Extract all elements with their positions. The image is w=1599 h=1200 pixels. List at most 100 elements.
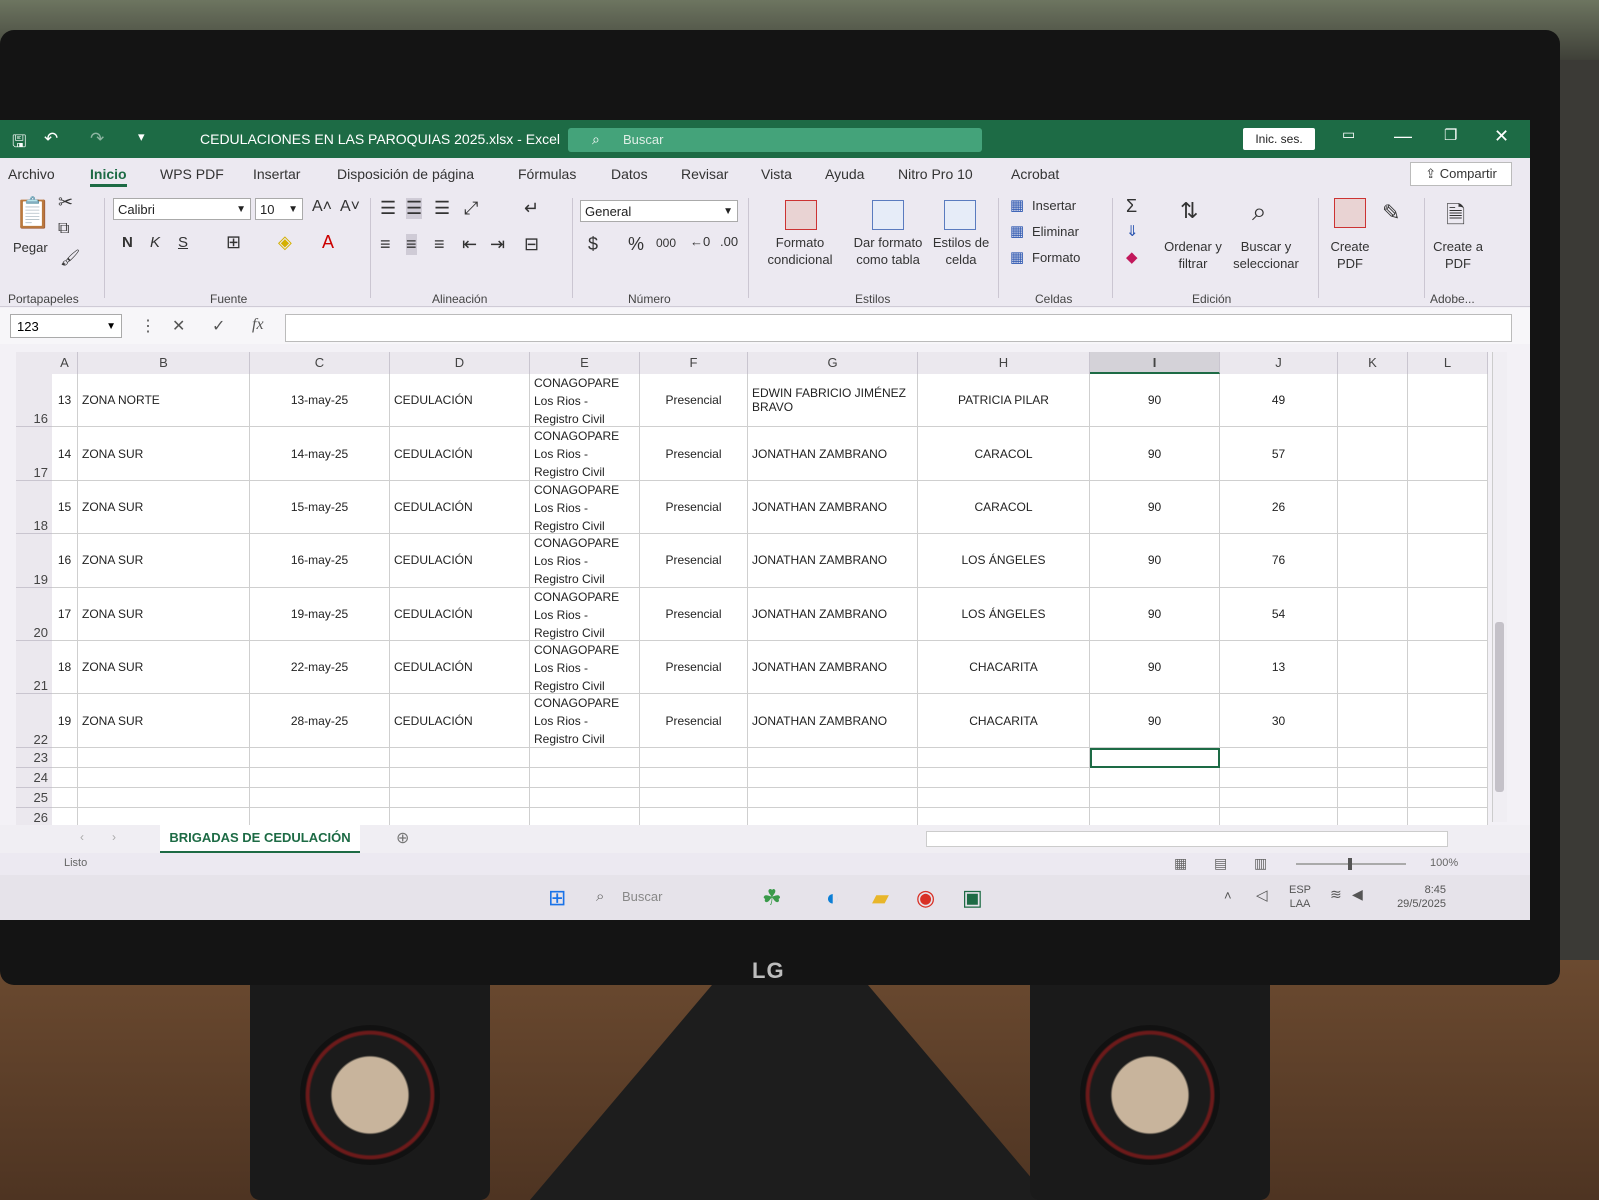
create-a-pdf-icon[interactable]: 🗎 (1446, 198, 1465, 239)
restore-button[interactable]: ❐ (1444, 126, 1457, 144)
column-header-c[interactable]: C (250, 352, 390, 374)
paste-icon[interactable]: 📋 (14, 196, 51, 231)
fill-icon[interactable]: ⇓ (1126, 222, 1139, 240)
conditional-format-icon[interactable] (785, 200, 817, 230)
file-explorer-icon[interactable]: ▰ (872, 885, 889, 911)
row-header[interactable]: 21 (16, 641, 52, 695)
format-cells-icon[interactable]: ▦ (1010, 248, 1024, 266)
responsible-cell[interactable]: JONATHAN ZAMBRANO (748, 480, 918, 535)
excel-app-icon[interactable]: ▣ (962, 885, 983, 911)
target-cell[interactable]: 90 (1090, 694, 1220, 748)
row-number-cell[interactable]: 17 (52, 587, 78, 641)
edge-icon[interactable]: ◐ (826, 885, 839, 911)
column-header-f[interactable]: F (640, 352, 748, 374)
insert-cells-button[interactable]: Insertar (1032, 198, 1076, 213)
institution-cell[interactable]: CONAGOPARE Los Rios - Registro Civil (530, 427, 640, 481)
empty-cell[interactable] (1338, 694, 1408, 748)
empty-cell[interactable] (1338, 427, 1408, 481)
empty-cell[interactable] (250, 767, 390, 788)
page-layout-icon[interactable]: ▤ (1214, 855, 1227, 872)
empty-cell[interactable] (1338, 480, 1408, 535)
decrease-decimal-icon[interactable]: .00 (720, 234, 738, 249)
empty-cell[interactable] (1338, 374, 1408, 428)
empty-cell[interactable] (1220, 767, 1338, 788)
tab-wps-pdf[interactable]: WPS PDF (160, 166, 224, 182)
empty-cell[interactable] (390, 747, 530, 768)
cell-styles-icon[interactable] (944, 200, 976, 230)
zone-cell[interactable]: ZONA SUR (78, 587, 250, 641)
target-cell[interactable]: 90 (1090, 480, 1220, 535)
ribbon-display-icon[interactable]: ▭ (1342, 126, 1355, 143)
parish-cell[interactable]: CARACOL (918, 427, 1090, 481)
empty-cell[interactable] (1408, 427, 1488, 481)
date-cell[interactable]: 22-may-25 (250, 641, 390, 695)
align-center-icon[interactable]: ≡ (406, 234, 417, 255)
search-box[interactable]: ⌕ Buscar (568, 128, 982, 152)
row-header[interactable]: 16 (16, 374, 52, 428)
tab-archivo[interactable]: Archivo (8, 166, 55, 182)
mode-cell[interactable]: Presencial (640, 480, 748, 535)
institution-cell[interactable]: CONAGOPARE Los Rios - Registro Civil (530, 374, 640, 428)
row-header[interactable]: 20 (16, 587, 52, 641)
empty-cell[interactable] (640, 747, 748, 768)
target-cell[interactable]: 90 (1090, 427, 1220, 481)
mode-cell[interactable]: Presencial (640, 427, 748, 481)
empty-cell[interactable] (1338, 641, 1408, 695)
insert-function-icon[interactable]: fx (252, 316, 264, 334)
empty-cell[interactable] (52, 787, 78, 808)
mode-cell[interactable]: Presencial (640, 374, 748, 428)
merge-center-icon[interactable]: ⊟ (524, 234, 539, 255)
column-header-g[interactable]: G (748, 352, 918, 374)
row-header[interactable]: 24 (16, 767, 52, 788)
responsible-cell[interactable]: JONATHAN ZAMBRANO (748, 534, 918, 588)
column-header-b[interactable]: B (78, 352, 250, 374)
institution-cell[interactable]: CONAGOPARE Los Rios - Registro Civil (530, 534, 640, 588)
orientation-icon[interactable]: ⤢ (464, 198, 478, 219)
zoom-level[interactable]: 100% (1430, 857, 1458, 869)
row-number-cell[interactable]: 18 (52, 641, 78, 695)
formula-input[interactable] (285, 314, 1512, 342)
zone-cell[interactable]: ZONA SUR (78, 641, 250, 695)
empty-cell[interactable] (748, 767, 918, 788)
responsible-cell[interactable]: JONATHAN ZAMBRANO (748, 587, 918, 641)
date-cell[interactable]: 13-may-25 (250, 374, 390, 428)
mode-cell[interactable]: Presencial (640, 534, 748, 588)
zone-cell[interactable]: ZONA SUR (78, 694, 250, 748)
empty-cell[interactable] (1090, 787, 1220, 808)
find-icon[interactable]: ⌕ (1252, 196, 1267, 228)
create-a-pdf-button[interactable]: Create a PDF (1430, 238, 1486, 272)
column-header-a[interactable]: A (52, 352, 78, 374)
empty-cell[interactable] (390, 767, 530, 788)
decrease-indent-icon[interactable]: ⇤ (462, 234, 477, 255)
cut-icon[interactable]: ✂ (58, 192, 73, 213)
mode-cell[interactable]: Presencial (640, 641, 748, 695)
type-cell[interactable]: CEDULACIÓN (390, 427, 530, 481)
sign-in-button[interactable]: Inic. ses. (1243, 128, 1315, 150)
target-cell[interactable]: 90 (1090, 374, 1220, 428)
align-left-icon[interactable]: ≡ (380, 234, 391, 255)
target-cell[interactable]: 90 (1090, 641, 1220, 695)
chrome-icon[interactable]: ◉ (916, 885, 935, 911)
clock[interactable]: 8:45 29/5/2025 (1380, 883, 1446, 911)
type-cell[interactable]: CEDULACIÓN (390, 374, 530, 428)
empty-cell[interactable] (1408, 374, 1488, 428)
achieved-cell[interactable]: 54 (1220, 587, 1338, 641)
search-icon[interactable]: ⌕ (596, 888, 604, 905)
target-cell[interactable]: 90 (1090, 587, 1220, 641)
achieved-cell[interactable]: 13 (1220, 641, 1338, 695)
empty-cell[interactable] (530, 787, 640, 808)
institution-cell[interactable]: CONAGOPARE Los Rios - Registro Civil (530, 641, 640, 695)
underline-button[interactable]: S (178, 234, 188, 251)
page-break-icon[interactable]: ▥ (1254, 855, 1267, 872)
empty-cell[interactable] (640, 767, 748, 788)
empty-cell[interactable] (1090, 767, 1220, 788)
empty-cell[interactable] (1408, 694, 1488, 748)
empty-cell[interactable] (1338, 534, 1408, 588)
conditional-format-button[interactable]: Formato condicional (756, 234, 844, 268)
empty-cell[interactable] (1338, 787, 1408, 808)
row-header[interactable]: 25 (16, 787, 52, 808)
enter-icon[interactable]: ✓ (212, 316, 225, 336)
empty-cell[interactable] (918, 767, 1090, 788)
type-cell[interactable]: CEDULACIÓN (390, 587, 530, 641)
tab-vista[interactable]: Vista (761, 166, 792, 182)
